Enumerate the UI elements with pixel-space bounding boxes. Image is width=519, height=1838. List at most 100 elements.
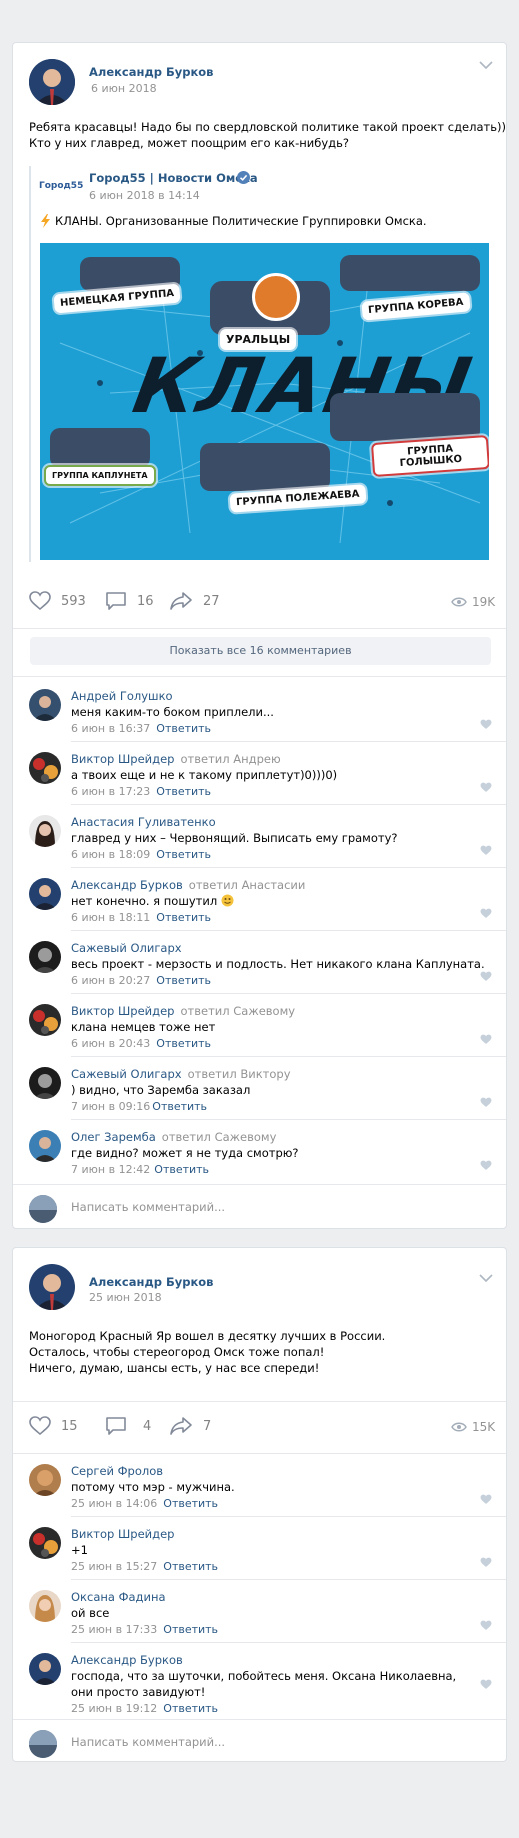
avatar[interactable]: [29, 1464, 61, 1496]
like-count: 593: [61, 593, 86, 609]
comment-author[interactable]: Андрей Голушко: [71, 689, 179, 703]
comment-author[interactable]: Олег Заремба ответил Сажевому: [71, 1130, 276, 1144]
author-avatar[interactable]: [29, 1264, 75, 1310]
reply-link[interactable]: Ответить: [156, 848, 211, 861]
comment-meta: 6 июн в 20:43 Ответить: [71, 1037, 212, 1050]
avatar[interactable]: [29, 752, 61, 784]
heart-icon[interactable]: [480, 908, 492, 919]
comment-text: +1: [71, 1543, 88, 1557]
smile-emoji-icon: [221, 894, 234, 907]
comment-author[interactable]: Сажевый Олигарх ответил Виктору: [71, 1067, 291, 1081]
avatar[interactable]: [29, 689, 61, 721]
avatar[interactable]: [29, 1004, 61, 1036]
reply-link[interactable]: Ответить: [156, 974, 211, 987]
comment-meta: 6 июн в 18:09 Ответить: [71, 848, 212, 861]
share-button[interactable]: 27: [169, 591, 220, 611]
write-comment-input[interactable]: Написать комментарий...: [71, 1735, 225, 1749]
author-name[interactable]: Александр Бурков: [89, 65, 213, 79]
avatar[interactable]: [29, 941, 61, 973]
author-name[interactable]: Александр Бурков: [89, 1275, 213, 1289]
share-count: 7: [203, 1418, 212, 1434]
share-icon: [170, 592, 192, 610]
reply-link[interactable]: Ответить: [156, 722, 211, 735]
comment-author[interactable]: Анастасия Гуливатенко: [71, 815, 222, 829]
like-button[interactable]: 593: [29, 591, 86, 611]
write-comment-input[interactable]: Написать комментарий...: [71, 1200, 225, 1214]
comment-author[interactable]: Оксана Фадина: [71, 1590, 166, 1604]
heart-icon[interactable]: [480, 971, 492, 982]
comment: Виктор Шрейдер ответил Андрею а твоих еще…: [13, 742, 506, 805]
avatar[interactable]: [29, 878, 61, 910]
comment-button[interactable]: 16: [105, 591, 154, 611]
comment-author[interactable]: Виктор Шрейдер: [71, 1527, 174, 1541]
heart-icon[interactable]: [480, 719, 492, 730]
comment-text: господа, что за шуточки, побойтесь меня.…: [71, 1669, 457, 1683]
comment-author[interactable]: Сергей Фролов: [71, 1464, 163, 1478]
heart-icon[interactable]: [480, 1620, 492, 1631]
comment-author[interactable]: Сажевый Олигарх: [71, 941, 188, 955]
repost-source[interactable]: Город55 | Новости Омска: [89, 171, 258, 185]
post-date[interactable]: 25 июн 2018: [89, 1291, 162, 1304]
views: 15K: [451, 1420, 495, 1434]
repost-date[interactable]: 6 июн 2018 в 14:14: [89, 189, 200, 202]
label-kapluneta: ГРУППА КАПЛУНЕТА: [44, 465, 156, 486]
heart-icon[interactable]: [480, 1160, 492, 1171]
comment: Сажевый Олигарх ответил Виктору ) видно, …: [13, 1057, 506, 1120]
like-button[interactable]: 15: [29, 1416, 78, 1436]
reply-link[interactable]: Ответить: [163, 1560, 218, 1573]
comment-meta: 6 июн в 20:27 Ответить: [71, 974, 212, 987]
comment-author[interactable]: Виктор Шрейдер ответил Андрею: [71, 752, 281, 766]
view-count: 19K: [472, 595, 496, 609]
lightning-icon: [40, 214, 51, 231]
avatar[interactable]: [29, 815, 61, 847]
reply-link[interactable]: Ответить: [163, 1702, 218, 1715]
group-photo: [50, 428, 150, 468]
reply-link[interactable]: Ответить: [154, 1163, 209, 1176]
comment-text: главред у них – Червонящий. Выписать ему…: [71, 831, 398, 845]
repost-logo[interactable]: Город55: [39, 181, 83, 191]
reply-link[interactable]: Ответить: [156, 785, 211, 798]
share-button[interactable]: 7: [169, 1416, 211, 1436]
comment-icon: [106, 592, 126, 610]
comment-text: а твоих еще и не к такому приплетут)0)))…: [71, 768, 338, 782]
comment: Александр Бурков господа, что за шуточки…: [13, 1643, 506, 1719]
post-text-line: Ребята красавцы! Надо бы по свердловской…: [29, 120, 506, 134]
reply-link[interactable]: Ответить: [156, 911, 211, 924]
repost-text: КЛАНЫ. Организованные Политические Групп…: [55, 214, 427, 228]
write-comment-row: Написать комментарий...: [13, 1185, 506, 1228]
avatar[interactable]: [29, 1067, 61, 1099]
post-date[interactable]: 6 июн 2018: [91, 82, 157, 95]
avatar[interactable]: [29, 1130, 61, 1162]
heart-icon[interactable]: [480, 1494, 492, 1505]
comment-text: меня каким-то боком приплели...: [71, 705, 274, 719]
chevron-down-icon[interactable]: [479, 1270, 493, 1286]
comment: Сажевый Олигарх весь проект - мерзость и…: [13, 931, 506, 994]
avatar[interactable]: [29, 1653, 61, 1685]
heart-icon[interactable]: [480, 1034, 492, 1045]
avatar[interactable]: [29, 1590, 61, 1622]
clans-banner-image[interactable]: КЛАНЫ НЕМЕЦКАЯ ГРУППА УРАЛЬЦЫ ГРУППА КОР…: [40, 243, 489, 560]
group-photo: [340, 255, 480, 291]
heart-icon[interactable]: [480, 845, 492, 856]
divider: [13, 1401, 506, 1402]
heart-icon[interactable]: [480, 1679, 492, 1690]
chevron-down-icon[interactable]: [479, 57, 493, 73]
reply-link[interactable]: Ответить: [163, 1497, 218, 1510]
reply-link[interactable]: Ответить: [152, 1100, 207, 1113]
heart-icon[interactable]: [480, 782, 492, 793]
comment-meta: 7 июн в 12:42 Ответить: [71, 1163, 210, 1176]
comment-author[interactable]: Виктор Шрейдер ответил Сажевому: [71, 1004, 295, 1018]
avatar[interactable]: [29, 1527, 61, 1559]
comment-author[interactable]: Александр Бурков ответил Анастасии: [71, 878, 305, 892]
author-avatar[interactable]: [29, 59, 75, 105]
comment-author[interactable]: Александр Бурков: [71, 1653, 183, 1667]
heart-icon[interactable]: [480, 1097, 492, 1108]
reply-link[interactable]: Ответить: [163, 1623, 218, 1636]
heart-icon[interactable]: [480, 1557, 492, 1568]
comment: Виктор Шрейдер +1 25 июн в 15:27 Ответить: [13, 1517, 506, 1580]
reply-link[interactable]: Ответить: [156, 1037, 211, 1050]
view-count: 15K: [472, 1420, 496, 1434]
comment-text: потому что мэр - мужчина.: [71, 1480, 235, 1494]
show-all-comments-button[interactable]: Показать все 16 комментариев: [30, 637, 491, 665]
comment-button[interactable]: 4: [105, 1416, 151, 1436]
